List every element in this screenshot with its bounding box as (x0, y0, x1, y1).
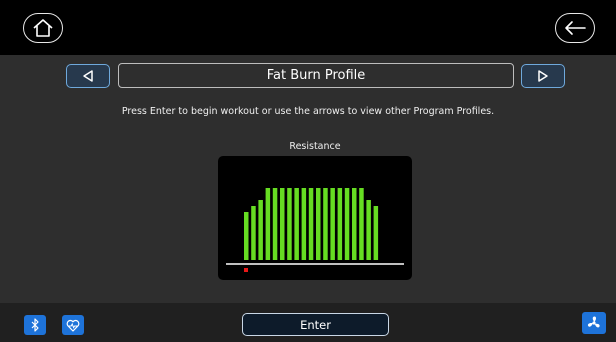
profile-title: Fat Burn Profile (118, 63, 514, 88)
instruction-text: Press Enter to begin workout or use the … (121, 106, 495, 117)
home-button[interactable] (23, 13, 63, 43)
enter-button[interactable]: Enter (242, 313, 389, 336)
resistance-bar-6 (280, 188, 285, 260)
resistance-bar-9 (301, 188, 307, 260)
resistance-bar-18 (366, 200, 371, 260)
resistance-chart-svg (226, 188, 404, 272)
resistance-bar-10 (308, 188, 314, 260)
resistance-bar-3 (258, 200, 263, 260)
next-profile-button[interactable] (521, 64, 565, 88)
resistance-bar-19 (373, 206, 379, 260)
resistance-label: Resistance (289, 141, 341, 152)
resistance-bar-17 (359, 188, 364, 260)
heart-rate-button[interactable] (62, 315, 84, 335)
resistance-bars (244, 188, 379, 260)
resistance-bar-11 (316, 188, 321, 260)
resistance-chart (218, 156, 412, 280)
resistance-bar-12 (323, 188, 328, 260)
triangle-right-icon (538, 70, 548, 82)
back-arrow-icon (565, 21, 586, 35)
resistance-bar-14 (337, 188, 343, 260)
fan-icon (587, 316, 600, 328)
current-segment-marker (244, 268, 248, 272)
back-button[interactable] (555, 13, 595, 43)
heart-icon (66, 319, 80, 332)
top-bar (0, 0, 616, 55)
resistance-bar-7 (287, 188, 292, 260)
resistance-bar-5 (272, 188, 278, 260)
bluetooth-icon (31, 318, 39, 332)
resistance-bar-2 (251, 206, 256, 260)
fan-button[interactable] (582, 312, 606, 334)
triangle-left-icon (83, 70, 93, 82)
home-icon (33, 19, 53, 37)
resistance-bar-8 (294, 188, 299, 260)
bluetooth-button[interactable] (24, 315, 46, 335)
resistance-bar-1 (244, 212, 249, 260)
previous-profile-button[interactable] (66, 64, 110, 88)
resistance-bar-16 (352, 188, 357, 260)
resistance-bar-4 (265, 188, 271, 260)
resistance-bar-13 (330, 188, 335, 260)
resistance-bar-15 (344, 188, 350, 260)
